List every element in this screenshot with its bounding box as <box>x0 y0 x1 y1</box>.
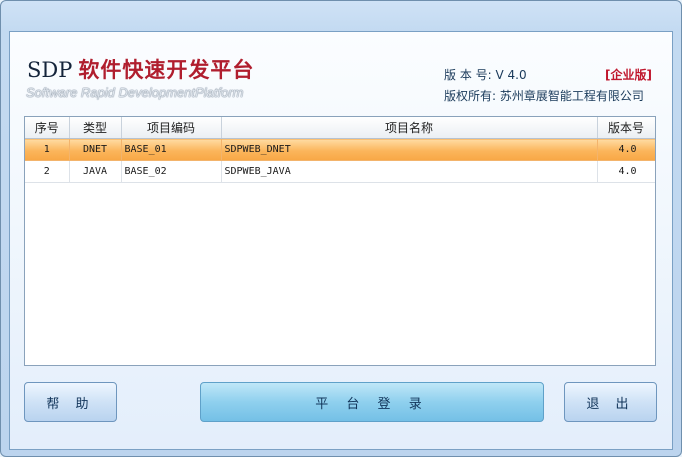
table-row[interactable]: 2 JAVA BASE_02 SDPWEB_JAVA 4.0 <box>25 160 655 183</box>
cell-code: BASE_01 <box>121 138 222 161</box>
app-subtitle: Software Rapid DevelopmentPlatform <box>26 85 244 100</box>
app-title-cn: 软件快速开发平台 <box>78 57 255 82</box>
app-title-prefix: SDP <box>27 58 73 82</box>
cell-type: DNET <box>69 138 122 161</box>
cell-name: SDPWEB_JAVA <box>221 160 598 183</box>
column-header-version[interactable]: 版本号 <box>597 117 655 139</box>
cell-code: BASE_02 <box>121 160 222 183</box>
version-label: 版 本 号: <box>444 68 492 82</box>
cell-name: SDPWEB_DNET <box>221 138 598 161</box>
copyright-text: 版权所有: 苏州章展智能工程有限公司 <box>444 89 644 103</box>
help-button[interactable]: 帮 助 <box>24 382 117 422</box>
login-button[interactable]: 平 台 登 录 <box>200 382 544 422</box>
column-header-code[interactable]: 项目编码 <box>121 117 222 139</box>
cell-version: 4.0 <box>597 138 655 161</box>
project-table: 序号 类型 项目编码 项目名称 版本号 1 DNET BASE_01 SDPWE… <box>25 117 655 183</box>
cell-type: JAVA <box>69 160 122 183</box>
version-value: V 4.0 <box>495 68 527 82</box>
project-grid[interactable]: 序号 类型 项目编码 项目名称 版本号 1 DNET BASE_01 SDPWE… <box>24 116 656 366</box>
column-header-name[interactable]: 项目名称 <box>221 117 598 139</box>
app-title: SDP 软件快速开发平台 <box>27 54 254 84</box>
column-header-index[interactable]: 序号 <box>25 117 70 139</box>
main-panel: SDP 软件快速开发平台 Software Rapid DevelopmentPl… <box>9 31 673 450</box>
table-header-row: 序号 类型 项目编码 项目名称 版本号 <box>25 117 655 139</box>
edition-badge: [企业版] <box>605 68 652 82</box>
exit-button[interactable]: 退 出 <box>564 382 657 422</box>
cell-index: 1 <box>25 138 70 161</box>
cell-index: 2 <box>25 160 70 183</box>
column-header-type[interactable]: 类型 <box>69 117 122 139</box>
cell-version: 4.0 <box>597 160 655 183</box>
table-row[interactable]: 1 DNET BASE_01 SDPWEB_DNET 4.0 <box>25 138 655 161</box>
window-frame: SDP 软件快速开发平台 Software Rapid DevelopmentPl… <box>0 0 682 457</box>
